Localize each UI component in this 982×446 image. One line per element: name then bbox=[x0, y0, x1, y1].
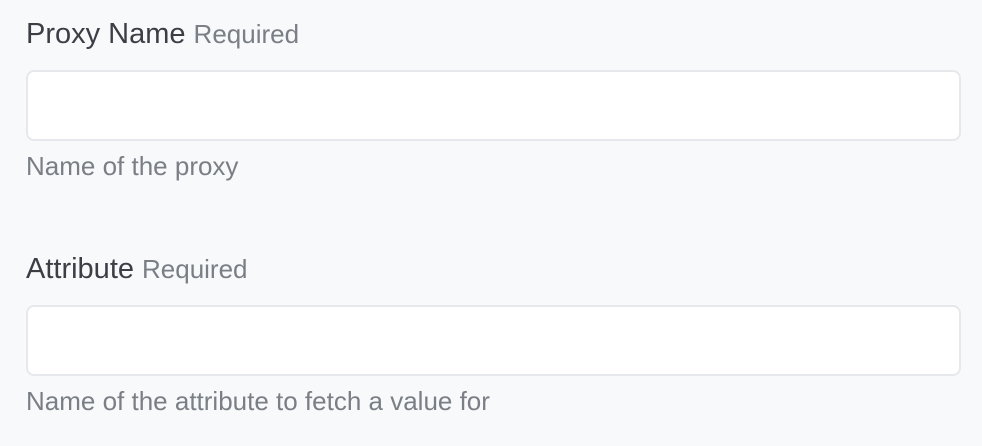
attribute-required-indicator: Required bbox=[142, 254, 248, 284]
attribute-field: Attribute Required Name of the attribute… bbox=[26, 249, 961, 418]
attribute-label-row: Attribute Required bbox=[26, 249, 961, 289]
attribute-input[interactable] bbox=[26, 305, 961, 376]
proxy-name-input[interactable] bbox=[26, 70, 961, 141]
proxy-name-required-indicator: Required bbox=[193, 19, 300, 49]
attribute-help-text: Name of the attribute to fetch a value f… bbox=[26, 386, 490, 416]
proxy-name-label-row: Proxy Name Required bbox=[26, 14, 961, 54]
attribute-label: Attribute bbox=[26, 253, 134, 285]
proxy-name-help-text: Name of the proxy bbox=[26, 151, 239, 181]
proxy-form: Proxy Name Required Name of the proxy At… bbox=[0, 0, 982, 446]
proxy-name-field: Proxy Name Required Name of the proxy bbox=[26, 14, 961, 183]
proxy-name-label: Proxy Name bbox=[26, 18, 186, 50]
